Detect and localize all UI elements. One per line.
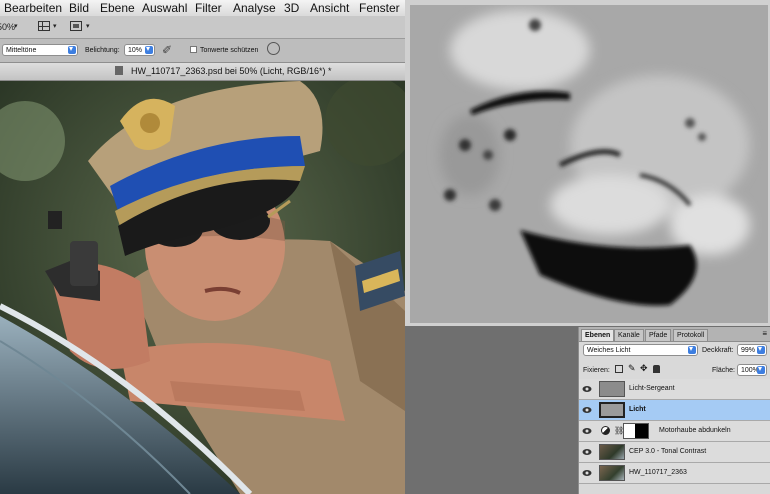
- lock-transparency-icon[interactable]: [615, 365, 623, 373]
- visibility-eye-icon[interactable]: [582, 427, 592, 435]
- menu-bearbeiten[interactable]: Bearbeiten: [4, 1, 62, 15]
- menu-ebene[interactable]: Ebene: [100, 1, 135, 15]
- zoom-dropdown-icon[interactable]: ▾: [14, 22, 18, 30]
- options-bar: Mitteltöne Belichtung: 10% ✐ Tonwerte sc…: [0, 39, 405, 63]
- layer-name: HW_110717_2363: [629, 469, 687, 476]
- screen-mode-dropdown-icon[interactable]: ▾: [86, 22, 90, 30]
- zoom-level[interactable]: 50%: [0, 22, 15, 32]
- layer-name: Licht: [629, 406, 646, 413]
- tab-protokoll[interactable]: Protokoll: [673, 329, 709, 341]
- menu-ansicht[interactable]: Ansicht: [310, 1, 349, 15]
- layer-row-background-photo[interactable]: HW_110717_2363: [579, 463, 770, 484]
- adjustment-layer-icon: [601, 426, 610, 435]
- grey-light-map: [410, 5, 768, 323]
- lock-position-icon[interactable]: ✥: [640, 363, 648, 374]
- opacity-label: Deckkraft:: [702, 347, 734, 354]
- blend-mode-value: Weiches Licht: [587, 347, 631, 354]
- layer-name: Motorhaube abdunkeln: [659, 427, 731, 434]
- exposure-label: Belichtung:: [85, 47, 120, 54]
- blend-mode-dropdown-icon: [688, 343, 696, 355]
- menu-auswahl[interactable]: Auswahl: [142, 1, 187, 15]
- visibility-eye-icon[interactable]: [582, 448, 592, 456]
- layer-row-licht-sergeant[interactable]: Licht-Sergeant: [579, 379, 770, 400]
- layer-row-motorhaube[interactable]: ⛓ Motorhaube abdunkeln: [579, 421, 770, 442]
- lock-all-icon[interactable]: [653, 365, 660, 373]
- layer-row-licht[interactable]: Licht: [579, 400, 770, 421]
- layer-thumbnail: [599, 381, 625, 397]
- layer-name: Licht-Sergeant: [629, 385, 675, 392]
- tab-pfade[interactable]: Pfade: [645, 329, 672, 341]
- visibility-eye-icon[interactable]: [582, 385, 592, 393]
- menu-analyse[interactable]: Analyse: [233, 1, 276, 15]
- protect-tones-label: Tonwerte schützen: [200, 47, 259, 54]
- panel-menu-icon[interactable]: ≡: [762, 329, 767, 338]
- blend-mode-select[interactable]: Weiches Licht: [583, 343, 698, 356]
- fill-label: Fläche:: [712, 367, 735, 374]
- document-icon: [115, 66, 123, 75]
- layer-row-cep-tonal-contrast[interactable]: CEP 3.0 - Tonal Contrast: [579, 442, 770, 463]
- exposure-field[interactable]: 10%: [124, 43, 155, 56]
- tab-kanaele[interactable]: Kanäle: [614, 329, 644, 341]
- lock-label: Fixieren:: [583, 367, 610, 374]
- fill-dropdown-icon: [757, 363, 765, 375]
- application-bar: 50% ▾ ▾ ▾: [0, 16, 405, 39]
- menu-3d[interactable]: 3D: [284, 1, 299, 15]
- menu-filter[interactable]: Filter: [195, 1, 222, 15]
- layer-thumbnail: [599, 402, 625, 418]
- fill-field[interactable]: 100%: [737, 363, 767, 376]
- menu-bild[interactable]: Bild: [69, 1, 89, 15]
- protect-tones-checkbox[interactable]: [190, 46, 197, 53]
- photo-canvas: [0, 81, 405, 494]
- lock-pixels-icon[interactable]: ✎: [628, 363, 636, 374]
- document-tab[interactable]: HW_110717_2363.psd bei 50% (Licht, RGB/1…: [0, 63, 405, 81]
- layer-thumbnail: [599, 465, 625, 481]
- tab-ebenen[interactable]: Ebenen: [581, 329, 615, 341]
- screen-mode-icon[interactable]: [70, 21, 82, 31]
- arrange-dropdown-icon[interactable]: ▾: [53, 22, 57, 30]
- opacity-value: 99%: [741, 347, 756, 354]
- airbrush-icon[interactable]: ✐: [162, 43, 172, 57]
- layer-thumbnail: [599, 444, 625, 460]
- visibility-eye-icon[interactable]: [582, 406, 592, 414]
- tablet-pressure-icon[interactable]: [267, 42, 280, 55]
- layer-mask-thumbnail: [623, 423, 649, 439]
- panel-tabs: Ebenen Kanäle Pfade Protokoll ≡: [579, 327, 770, 342]
- light-layer-preview: [410, 5, 768, 323]
- menu-fenster[interactable]: Fenster: [359, 1, 400, 15]
- range-select[interactable]: Mitteltöne: [2, 43, 78, 56]
- menu-bar: Bearbeiten Bild Ebene Auswahl Filter Ana…: [0, 0, 405, 17]
- arrange-documents-icon[interactable]: [38, 21, 50, 31]
- opacity-dropdown-icon: [757, 343, 765, 355]
- layer-name: CEP 3.0 - Tonal Contrast: [629, 448, 707, 455]
- opacity-field[interactable]: 99%: [737, 343, 767, 356]
- layers-panel: Ebenen Kanäle Pfade Protokoll ≡ Weiches …: [578, 327, 770, 494]
- exposure-dropdown-icon: [145, 43, 153, 55]
- visibility-eye-icon[interactable]: [582, 469, 592, 477]
- document-title: HW_110717_2363.psd bei 50% (Licht, RGB/1…: [131, 66, 332, 76]
- layer-preview-panel: [405, 0, 770, 326]
- document-canvas[interactable]: [0, 81, 405, 494]
- range-dropdown-icon: [68, 43, 76, 55]
- exposure-value: 10%: [128, 47, 143, 54]
- range-value: Mitteltöne: [6, 47, 37, 54]
